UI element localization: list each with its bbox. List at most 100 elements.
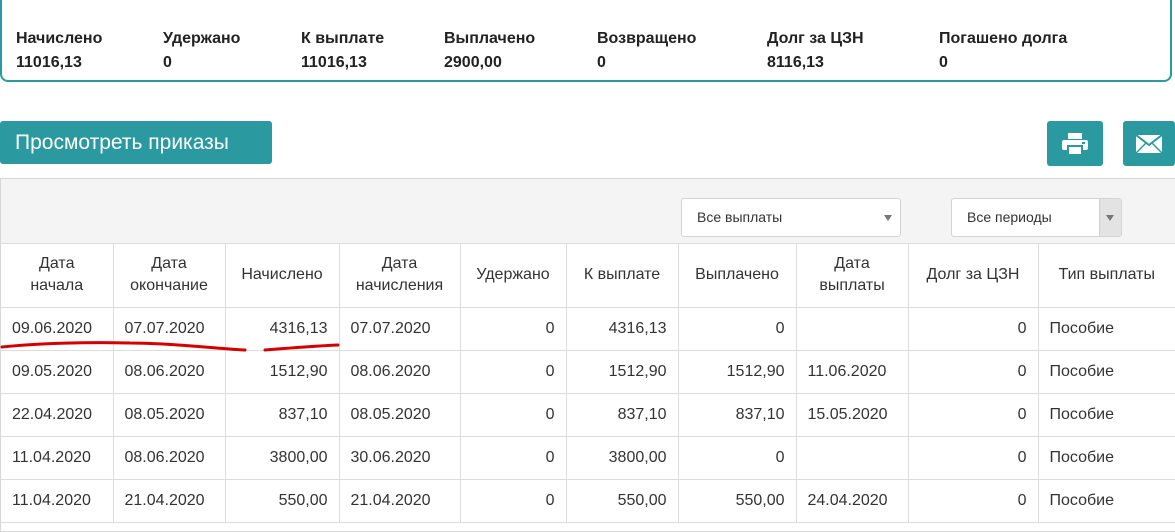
column-header-accrued[interactable]: Начислено (225, 244, 340, 308)
summary-value: 8116,13 (767, 54, 824, 71)
filter-bar: Все выплаты Все периоды (1, 179, 1175, 244)
cell-payment-date: 15.05.2020 (796, 393, 909, 437)
summary-value: 0 (939, 54, 948, 71)
cell-debt: 0 (908, 350, 1039, 394)
cell-accrual-date: 30.06.2020 (339, 436, 461, 480)
summary-label: Выплачено (444, 30, 536, 47)
summary-value: 11016,13 (301, 54, 367, 71)
cell-end-date: 08.06.2020 (113, 350, 226, 394)
column-header-start-date[interactable]: Дата начала (1, 244, 114, 308)
periods-filter-value: Все периоды (967, 209, 1052, 225)
table-row[interactable]: 11.04.2020 21.04.2020 550,00 21.04.2020 … (1, 479, 1175, 523)
cell-payment-type: Пособие (1038, 436, 1175, 480)
printer-icon (1062, 132, 1088, 155)
periods-filter-select[interactable]: Все периоды (951, 198, 1122, 237)
summary-value: 2900,00 (444, 54, 502, 71)
column-header-to-pay[interactable]: К выплате (566, 244, 679, 308)
chevron-down-icon (1106, 215, 1114, 221)
cell-accrual-date: 21.04.2020 (339, 479, 461, 523)
column-header-end-date[interactable]: Дата окончание (113, 244, 226, 308)
cell-end-date: 21.04.2020 (113, 479, 226, 523)
cell-payment-date (796, 307, 909, 351)
cell-start-date: 09.06.2020 (1, 307, 114, 351)
summary-to-pay: К выплате 11016,13 (301, 29, 384, 73)
cell-debt: 0 (908, 436, 1039, 480)
summary-withheld: Удержано 0 (163, 29, 240, 73)
summary-label: К выплате (301, 30, 385, 47)
cell-start-date: 11.04.2020 (1, 479, 114, 523)
cell-to-pay: 4316,13 (566, 307, 679, 351)
cell-payment-type: Пособие (1038, 350, 1175, 394)
cell-debt: 0 (908, 307, 1039, 351)
cell-accrual-date: 08.06.2020 (339, 350, 461, 394)
cell-to-pay: 3800,00 (566, 436, 679, 480)
cell-end-date: 07.07.2020 (113, 307, 226, 351)
cell-end-date: 08.06.2020 (113, 436, 226, 480)
envelope-icon (1136, 134, 1162, 153)
cell-paid: 0 (678, 436, 797, 480)
view-orders-button[interactable]: Просмотреть приказы (0, 121, 272, 164)
payments-panel: Все выплаты Все периоды Дата начала Дата о… (0, 178, 1175, 532)
email-button[interactable] (1123, 121, 1175, 166)
cell-paid: 837,10 (678, 393, 797, 437)
summary-label: Начислено (16, 30, 103, 47)
cell-accrual-date: 08.05.2020 (339, 393, 461, 437)
cell-accrual-date: 07.07.2020 (339, 307, 461, 351)
cell-start-date: 09.05.2020 (1, 350, 114, 394)
cell-to-pay: 1512,90 (566, 350, 679, 394)
cell-to-pay: 837,10 (566, 393, 679, 437)
summary-accrued: Начислено 11016,13 (16, 29, 102, 73)
cell-paid: 0 (678, 307, 797, 351)
cell-start-date: 22.04.2020 (1, 393, 114, 437)
cell-payment-type: Пособие (1038, 479, 1175, 523)
column-header-payment-type[interactable]: Тип выплаты (1038, 244, 1175, 308)
cell-accrued: 550,00 (225, 479, 340, 523)
table-row[interactable]: 09.06.2020 07.07.2020 4316,13 07.07.2020… (1, 307, 1175, 351)
summary-value: 0 (163, 54, 172, 71)
summary-label: Погашено долга (939, 30, 1068, 47)
table-row[interactable]: 11.04.2020 08.06.2020 3800,00 30.06.2020… (1, 436, 1175, 480)
cell-withheld: 0 (460, 393, 567, 437)
table-row[interactable]: 22.04.2020 08.05.2020 837,10 08.05.2020 … (1, 393, 1175, 437)
column-header-withheld[interactable]: Удержано (460, 244, 567, 308)
table-row[interactable]: 09.05.2020 08.06.2020 1512,90 08.06.2020… (1, 350, 1175, 394)
cell-to-pay: 550,00 (566, 479, 679, 523)
payments-filter-select[interactable]: Все выплаты (681, 198, 901, 237)
column-header-payment-date[interactable]: Дата выплаты (796, 244, 909, 308)
summary-value: 0 (597, 54, 606, 71)
summary-label: Удержано (163, 30, 241, 47)
cell-accrued: 3800,00 (225, 436, 340, 480)
cell-accrued: 4316,13 (225, 307, 340, 351)
cell-paid: 1512,90 (678, 350, 797, 394)
cell-payment-date: 24.04.2020 (796, 479, 909, 523)
payments-table: Дата начала Дата окончание Начислено Дата н… (1, 244, 1175, 523)
cell-accrued: 1512,90 (225, 350, 340, 394)
column-header-accrual-date[interactable]: Дата начисления (339, 244, 461, 308)
summary-paid: Выплачено 2900,00 (444, 29, 535, 73)
summary-debt-repaid: Погашено долга 0 (939, 29, 1067, 73)
cell-withheld: 0 (460, 479, 567, 523)
cell-withheld: 0 (460, 350, 567, 394)
print-button[interactable] (1047, 121, 1103, 166)
table-header-row: Дата начала Дата окончание Начислено Дата н… (1, 244, 1175, 308)
cell-payment-date (796, 436, 909, 480)
summary-label: Долг за ЦЗН (767, 30, 864, 47)
cell-withheld: 0 (460, 436, 567, 480)
cell-end-date: 08.05.2020 (113, 393, 226, 437)
column-header-paid[interactable]: Выплачено (678, 244, 797, 308)
cell-payment-type: Пособие (1038, 393, 1175, 437)
payments-filter-value: Все выплаты (697, 209, 783, 225)
chevron-down-icon (884, 215, 892, 221)
summary-label: Возвращено (597, 30, 697, 47)
summary-panel: Начислено 11016,13 Удержано 0 К выплате … (0, 0, 1172, 82)
summary-returned: Возвращено 0 (597, 29, 696, 73)
cell-accrued: 837,10 (225, 393, 340, 437)
column-header-debt[interactable]: Долг за ЦЗН (908, 244, 1039, 308)
cell-debt: 0 (908, 393, 1039, 437)
summary-value: 11016,13 (16, 54, 82, 71)
summary-debt: Долг за ЦЗН 8116,13 (767, 29, 864, 73)
cell-withheld: 0 (460, 307, 567, 351)
cell-payment-type: Пособие (1038, 307, 1175, 351)
cell-payment-date: 11.06.2020 (796, 350, 909, 394)
cell-start-date: 11.04.2020 (1, 436, 114, 480)
